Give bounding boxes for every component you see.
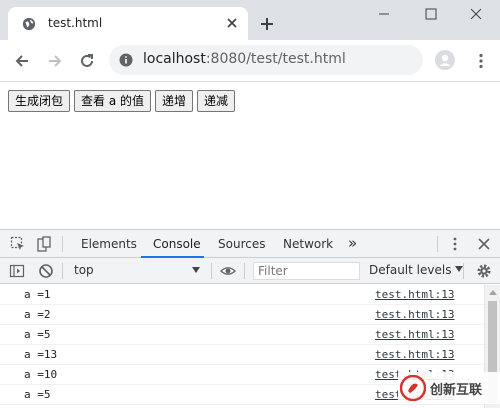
console-message: a =10 (24, 368, 58, 381)
toolbar-divider (211, 263, 212, 279)
devtools-tab-bar: Elements Console Sources Network » (0, 230, 500, 258)
maximize-icon[interactable] (425, 8, 437, 20)
toolbar-divider (437, 236, 438, 252)
browser-tab-strip: test.html (0, 0, 500, 40)
console-row: a =13 test.html:13 (0, 345, 484, 365)
close-icon[interactable] (476, 236, 492, 252)
console-toolbar: top Default levels (0, 258, 500, 284)
more-vert-icon[interactable] (472, 52, 490, 70)
context-label: top (74, 263, 94, 277)
tab-elements[interactable]: Elements (81, 237, 137, 251)
tab-title: test.html (48, 16, 103, 30)
create-closure-button[interactable]: 生成闭包 (8, 90, 71, 112)
sidebar-toggle-icon[interactable] (9, 263, 25, 279)
watermark: 创新互联 (398, 372, 500, 404)
console-message: a =1 (24, 288, 51, 301)
forward-arrow-icon[interactable] (46, 52, 64, 70)
url-path: :8080/test/test.html (205, 51, 346, 67)
console-source-link[interactable]: test.html:13 (375, 308, 454, 321)
scroll-up-icon[interactable] (489, 290, 497, 295)
console-message: a =5 (24, 328, 51, 341)
minimize-icon[interactable] (378, 8, 390, 20)
toolbar-divider (62, 236, 63, 252)
toolbar-divider (62, 263, 63, 279)
console-message: a =5 (24, 388, 51, 401)
url-text: localhost:8080/test/test.html (143, 51, 346, 67)
watermark-text: 创新互联 (430, 382, 483, 398)
eye-icon[interactable] (220, 263, 236, 279)
window-close-icon[interactable] (470, 8, 482, 20)
gear-icon[interactable] (476, 263, 492, 279)
profile-icon[interactable] (435, 50, 455, 70)
console-row: a =1 test.html:13 (0, 285, 484, 305)
console-source-link[interactable]: test.html:13 (375, 348, 454, 361)
info-icon[interactable] (119, 53, 133, 67)
console-source-link[interactable]: test.html:13 (375, 328, 454, 341)
browser-tab[interactable]: test.html (8, 7, 248, 40)
watermark-logo-icon (400, 375, 426, 401)
more-tabs-button[interactable]: » (348, 234, 357, 252)
browser-toolbar: localhost:8080/test/test.html (0, 40, 500, 82)
console-row: a =5 test.html:13 (0, 325, 484, 345)
filter-field[interactable] (253, 262, 360, 280)
log-levels-dropdown[interactable]: Default levels (369, 263, 464, 277)
decrement-button[interactable]: 递减 (197, 90, 236, 112)
console-source-link[interactable]: test.html:13 (375, 288, 454, 301)
chevron-down-icon (192, 267, 200, 273)
close-icon[interactable] (225, 16, 239, 30)
globe-icon (22, 17, 36, 31)
url-host: localhost (143, 51, 206, 67)
tab-network[interactable]: Network (283, 237, 333, 251)
console-row: a =2 test.html:13 (0, 305, 484, 325)
inspect-element-icon[interactable] (10, 236, 26, 252)
address-bar[interactable]: localhost:8080/test/test.html (109, 45, 423, 75)
more-vert-icon[interactable] (447, 236, 463, 252)
console-message: a =2 (24, 308, 51, 321)
toolbar-divider (463, 263, 464, 279)
tab-sources[interactable]: Sources (218, 237, 265, 251)
log-levels-label: Default levels (369, 263, 452, 277)
tab-console[interactable]: Console (153, 237, 201, 251)
context-selector[interactable]: top (70, 262, 207, 280)
reload-icon[interactable] (78, 52, 96, 70)
view-a-value-button[interactable]: 查看 a 的值 (74, 90, 151, 112)
toolbar-divider (244, 263, 245, 279)
filter-input[interactable] (254, 263, 359, 279)
clear-console-icon[interactable] (38, 263, 54, 279)
increment-button[interactable]: 递增 (155, 90, 194, 112)
device-toolbar-icon[interactable] (36, 236, 52, 252)
plus-icon[interactable] (259, 16, 275, 32)
back-arrow-icon[interactable] (13, 52, 31, 70)
page-content: 生成闭包 查看 a 的值 递增 递减 (0, 83, 500, 229)
console-message: a =13 (24, 348, 58, 361)
button-row: 生成闭包 查看 a 的值 递增 递减 (8, 90, 236, 112)
